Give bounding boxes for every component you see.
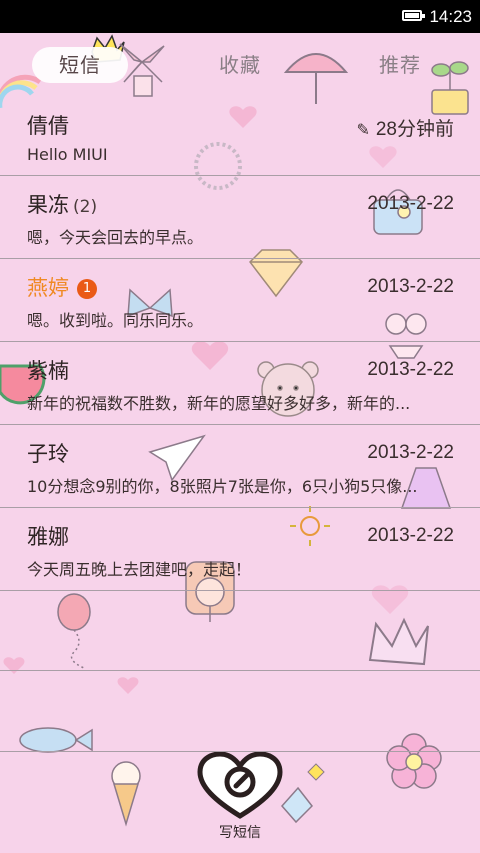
- message-snippet: 嗯。收到啦。同乐同乐。: [27, 311, 204, 330]
- contact-name: 紫楠: [27, 359, 69, 383]
- time-text: 28分钟前: [375, 119, 454, 140]
- tab-recommended[interactable]: 推荐: [354, 47, 446, 83]
- pencil-icon: ✎: [356, 122, 370, 139]
- list-item[interactable]: 子玲 2013-2-22 10分想念9别的你，8张照片7张是你，6只小狗5只像.…: [0, 425, 480, 508]
- divider: [0, 670, 480, 671]
- tab-favorites[interactable]: 收藏: [194, 47, 286, 83]
- status-time: 14:23: [429, 7, 472, 26]
- message-snippet: 10分想念9别的你，8张照片7张是你，6只小狗5只像...: [27, 477, 418, 496]
- unread-badge: 1: [77, 279, 97, 299]
- compose-button[interactable]: 写短信: [194, 751, 286, 848]
- message-date: 2013-2-22: [367, 276, 454, 297]
- contact-name-text: 燕婷: [27, 276, 69, 300]
- list-item[interactable]: 果冻 (2) 2013-2-22 嗯，今天会回去的早点。: [0, 176, 480, 259]
- contact-name: 子玲: [27, 442, 69, 466]
- status-bar: 14:23: [0, 0, 480, 33]
- conversation-list: 倩倩 ✎ 28分钟前 Hello MIUI 果冻 (2) 2013-2-22 嗯，今…: [0, 97, 480, 591]
- message-count: (2): [73, 197, 98, 217]
- message-date: 2013-2-22: [367, 442, 454, 463]
- message-date: 2013-2-22: [367, 193, 454, 214]
- tab-sms[interactable]: 短信: [32, 47, 128, 83]
- tab-bar: 短信 收藏 推荐: [0, 33, 480, 95]
- message-date: 2013-2-22: [367, 359, 454, 380]
- message-time: ✎ 28分钟前: [356, 114, 454, 141]
- message-snippet: 今天周五晚上去团建吧，走起！: [27, 560, 252, 579]
- contact-name-text: 果冻: [27, 193, 69, 217]
- contact-name: 雅娜: [27, 525, 69, 549]
- list-item[interactable]: 紫楠 2013-2-22 新年的祝福数不胜数，新年的愿望好多好多，新年的...: [0, 342, 480, 425]
- contact-name: 果冻 (2): [27, 189, 97, 219]
- heart-pen-icon: [197, 751, 283, 819]
- list-item[interactable]: 倩倩 ✎ 28分钟前 Hello MIUI: [0, 97, 480, 176]
- message-snippet: 新年的祝福数不胜数，新年的愿望好多好多，新年的...: [27, 394, 411, 413]
- message-date: 2013-2-22: [367, 525, 454, 546]
- contact-name: 倩倩: [27, 114, 69, 138]
- list-item[interactable]: 雅娜 2013-2-22 今天周五晚上去团建吧，走起！: [0, 508, 480, 591]
- message-snippet: 嗯，今天会回去的早点。: [27, 228, 204, 247]
- contact-name: 燕婷 1: [27, 272, 97, 302]
- list-item[interactable]: 燕婷 1 2013-2-22 嗯。收到啦。同乐同乐。: [0, 259, 480, 342]
- compose-label: 写短信: [219, 825, 261, 841]
- message-snippet: Hello MIUI: [27, 145, 108, 164]
- battery-icon: [402, 10, 425, 21]
